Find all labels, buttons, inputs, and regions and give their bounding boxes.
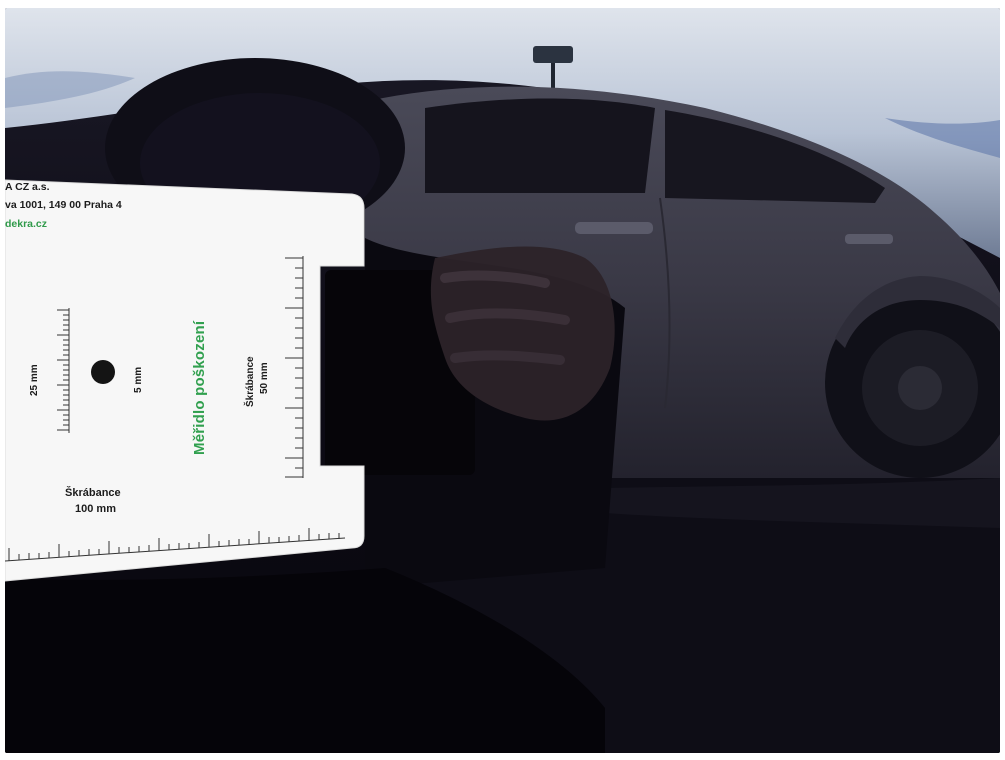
reflection-scene — [5, 8, 1000, 753]
dot-5mm — [91, 360, 115, 384]
car-door-photo: A CZ a.s. va 1001, 149 00 Praha 4 dekra.… — [5, 8, 1000, 753]
damage-gauge-card — [5, 179, 365, 582]
